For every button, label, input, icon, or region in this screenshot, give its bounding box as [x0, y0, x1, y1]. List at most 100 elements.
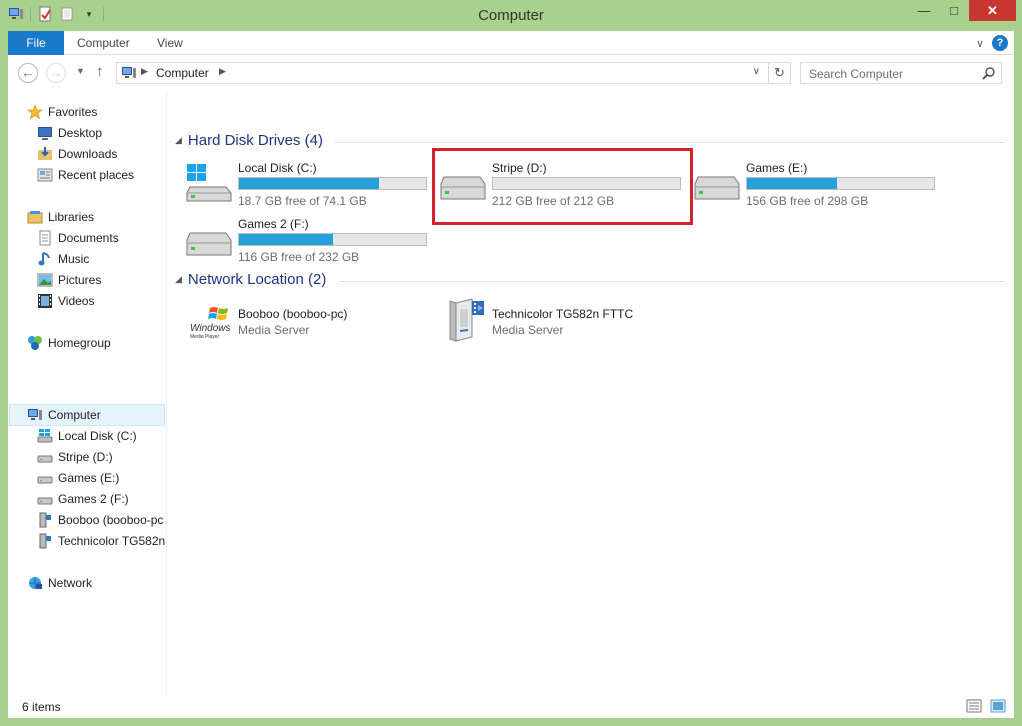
expand-ribbon-icon[interactable]: ∨: [976, 37, 984, 50]
nav-computer[interactable]: Computer: [27, 405, 101, 425]
nav-item-videos[interactable]: Videos: [37, 291, 94, 311]
nav-item-label: Documents: [58, 231, 119, 245]
tab-view[interactable]: View: [157, 31, 183, 55]
forward-button[interactable]: →: [46, 63, 66, 83]
nav-item-label: Recent places: [58, 168, 135, 182]
close-button[interactable]: ✕: [969, 0, 1016, 21]
network-item-technicolor[interactable]: Technicolor TG582n FTTC Media Server: [440, 298, 690, 353]
up-button[interactable]: ↑: [96, 63, 104, 80]
collapse-arrow-icon[interactable]: ◢: [175, 274, 182, 285]
nav-item-label: Downloads: [58, 147, 118, 161]
address-dropdown-icon[interactable]: ∨: [753, 66, 760, 77]
nav-item-label: Stripe (D:): [58, 450, 113, 464]
breadcrumb-separator-icon[interactable]: ▶: [141, 66, 148, 77]
group-title: Hard Disk Drives (4): [187, 132, 323, 149]
window-frame: File Computer View ∨ ? ← → ▼ ↑ ▶ Compute…: [8, 31, 1014, 718]
nav-item-music[interactable]: Music: [37, 249, 89, 269]
breadcrumb-separator-icon[interactable]: ▶: [219, 66, 226, 77]
details-view-icon[interactable]: [966, 699, 982, 713]
pictures-icon: [37, 273, 53, 287]
help-icon[interactable]: ?: [992, 35, 1008, 51]
nav-item-label: Music: [58, 252, 90, 266]
group-network-location[interactable]: ◢ Network Location (2): [175, 271, 326, 288]
drive-tile-e[interactable]: Games (E:) 156 GB free of 298 GB: [694, 159, 944, 211]
computer-icon: [28, 409, 42, 420]
search-icon[interactable]: [982, 66, 996, 80]
drive-icon: [186, 232, 232, 256]
nav-libraries[interactable]: Libraries: [27, 207, 94, 227]
recent-locations-icon[interactable]: ▼: [76, 66, 85, 76]
nav-item-label: Pictures: [58, 273, 102, 287]
nav-network[interactable]: Network: [27, 573, 92, 593]
drive-name: Local Disk (C:): [238, 161, 317, 175]
computer-icon: [122, 67, 136, 78]
nav-item-documents[interactable]: Documents: [37, 228, 119, 248]
search-placeholder[interactable]: Search Computer: [809, 67, 903, 81]
drive-usage-fill: [239, 178, 380, 189]
nav-item-downloads[interactable]: Downloads: [37, 144, 117, 164]
content-pane: ◢ Hard Disk Drives (4) Local Disk (C:) 1…: [167, 91, 1014, 695]
desktop-icon: [38, 127, 52, 140]
documents-icon: [39, 230, 51, 246]
title-bar: ▾ Computer — □ ✕: [0, 0, 1022, 31]
nav-item-pictures[interactable]: Pictures: [37, 270, 101, 290]
tab-file[interactable]: File: [8, 31, 64, 55]
logo-text-media-player: Media Player: [190, 334, 220, 340]
nav-item-label: Technicolor TG582n: [58, 534, 166, 548]
drive-usage-bar: [746, 177, 935, 190]
windows-drive-icon: [186, 164, 232, 202]
drive-usage-fill: [239, 234, 333, 245]
minimize-button[interactable]: —: [909, 0, 939, 21]
nav-item-technicolor[interactable]: Technicolor TG582n: [37, 531, 165, 551]
tab-computer[interactable]: Computer: [77, 31, 130, 55]
nav-item-booboo[interactable]: Booboo (booboo-pc: [37, 510, 163, 530]
nav-homegroup[interactable]: Homegroup: [27, 333, 111, 353]
large-icons-view-icon[interactable]: [990, 699, 1006, 713]
drive-free-space: 18.7 GB free of 74.1 GB: [238, 194, 367, 208]
network-item-type: Media Server: [492, 323, 564, 337]
music-icon: [38, 252, 50, 266]
nav-item-stripe-d[interactable]: Stripe (D:): [37, 447, 113, 467]
star-icon: [27, 104, 43, 120]
ribbon-tabs: File Computer View ∨ ?: [8, 31, 1014, 55]
address-row: ← → ▼ ↑ ▶ Computer ▶ ∨ ↻ Search Computer: [8, 56, 1014, 90]
drive-usage-bar: [238, 177, 427, 190]
window-title: Computer: [478, 7, 544, 24]
breadcrumb-computer[interactable]: Computer: [156, 66, 209, 80]
network-item-name: Technicolor TG582n FTTC: [492, 307, 634, 321]
item-count: 6 items: [22, 700, 61, 714]
nav-item-games-2-f[interactable]: Games 2 (F:): [37, 489, 129, 509]
search-box[interactable]: Search Computer: [800, 62, 1002, 84]
nav-item-desktop[interactable]: Desktop: [37, 123, 102, 143]
nav-favorites[interactable]: Favorites: [27, 102, 97, 122]
nav-item-recent-places[interactable]: Recent places: [37, 165, 134, 185]
address-bar[interactable]: ▶ Computer ▶ ∨ ↻: [116, 62, 791, 84]
drive-tile-f[interactable]: Games 2 (F:) 116 GB free of 232 GB: [186, 215, 436, 267]
nav-item-label: Desktop: [58, 126, 103, 140]
group-hard-disk-drives[interactable]: ◢ Hard Disk Drives (4): [175, 132, 323, 149]
maximize-button[interactable]: □: [939, 0, 969, 21]
media-server-icon: [39, 533, 51, 549]
back-button[interactable]: ←: [18, 63, 38, 83]
collapse-arrow-icon[interactable]: ◢: [175, 135, 182, 146]
nav-libraries-label: Libraries: [48, 210, 95, 224]
network-item-booboo[interactable]: Windows Media Player Booboo (booboo-pc) …: [186, 303, 436, 353]
drive-tile-c[interactable]: Local Disk (C:) 18.7 GB free of 74.1 GB: [186, 159, 436, 211]
network-item-type: Media Server: [238, 323, 310, 337]
libraries-icon: [27, 211, 43, 224]
drive-name: Games 2 (F:): [238, 217, 309, 231]
media-server-icon: [449, 298, 484, 342]
videos-icon: [38, 294, 52, 308]
navigation-pane: Favorites Desktop Downloads Recent place…: [8, 91, 166, 695]
group-divider: [335, 142, 1005, 143]
nav-item-local-disk-c[interactable]: Local Disk (C:): [37, 426, 137, 446]
drive-icon: [37, 455, 53, 463]
status-bar: 6 items: [8, 695, 1014, 718]
media-server-icon: [39, 512, 51, 528]
refresh-button[interactable]: ↻: [768, 63, 790, 83]
group-divider: [339, 281, 1005, 282]
nav-item-games-e[interactable]: Games (E:): [37, 468, 119, 488]
downloads-icon: [38, 147, 52, 160]
windows-flag-icon: [208, 307, 228, 320]
nav-favorites-label: Favorites: [48, 105, 98, 119]
